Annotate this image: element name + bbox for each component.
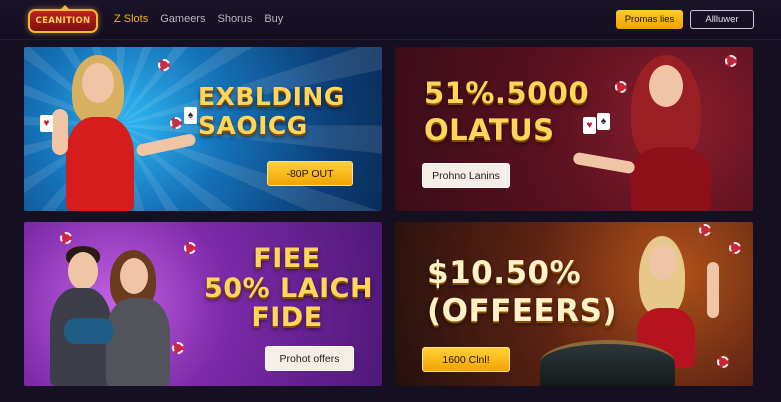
nav-item-games[interactable]: Gameers bbox=[160, 13, 205, 25]
roulette-table bbox=[540, 340, 675, 386]
all-button[interactable]: Allluwer bbox=[690, 10, 754, 29]
site-logo[interactable]: CEANITION bbox=[28, 5, 98, 33]
card-1-cta-button[interactable]: -80P OUT bbox=[267, 161, 353, 186]
main-nav: Z Slots Gameers Shorus Buy bbox=[114, 13, 283, 25]
nav-item-buy[interactable]: Buy bbox=[264, 13, 283, 25]
card-1-headline: EXBLDING SAOICG bbox=[198, 82, 345, 140]
promo-card-2[interactable]: ♥ ♠ 51%.5000 OLATUS Prohno Lanins bbox=[395, 47, 753, 211]
promo-card-3[interactable]: FIEE 50% LAICH FIDE Prohot offers bbox=[24, 222, 382, 386]
nav-item-slots[interactable]: Z Slots bbox=[114, 13, 148, 25]
nav-item-shows[interactable]: Shorus bbox=[217, 13, 252, 25]
promotions-button[interactable]: Promas lies bbox=[616, 10, 683, 29]
card-3-headline: FIEE 50% LAICH FIDE bbox=[204, 243, 374, 334]
promo-card-4[interactable]: $10.50% (OFFEERS) 1600 Clnl! bbox=[395, 222, 753, 386]
top-nav-bar: CEANITION Z Slots Gameers Shorus Buy Pro… bbox=[0, 0, 781, 40]
card-3-cta-button[interactable]: Prohot offers bbox=[265, 346, 354, 371]
card-4-headline: $10.50% (OFFEERS) bbox=[427, 255, 618, 329]
promo-card-1[interactable]: ♥ ♠ EXBLDING SAOICG -80P OUT bbox=[24, 47, 382, 211]
card-2-headline: 51%.5000 OLATUS bbox=[424, 76, 590, 148]
card-4-cta-button[interactable]: 1600 Clnl! bbox=[422, 347, 510, 372]
card-2-cta-button[interactable]: Prohno Lanins bbox=[422, 163, 510, 188]
